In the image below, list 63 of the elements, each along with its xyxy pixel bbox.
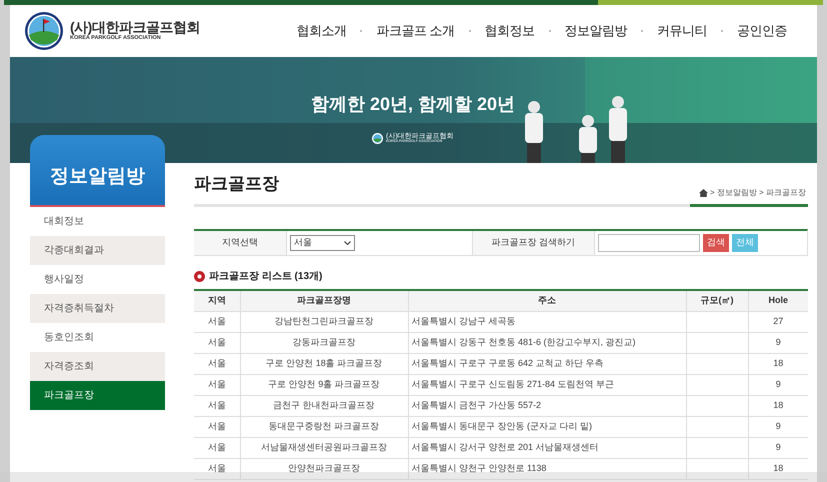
table-cell: 18 (773, 462, 784, 473)
table-cell: 강동파크골프장 (292, 336, 356, 347)
search-field[interactable] (598, 234, 700, 252)
table-cell: 서울 (208, 316, 226, 326)
table-cell: 동대문구중랑천 파크골프장 (268, 420, 380, 431)
table-cell: 9 (776, 420, 781, 431)
region-label: 지역선택 (194, 231, 287, 255)
table-cell: 서울 (208, 442, 226, 452)
sidebar-item[interactable]: 자격증조회 (30, 352, 165, 381)
column-header: 파크골프장명 (240, 290, 408, 311)
table-cell: 서울 (208, 400, 226, 410)
sidebar-item[interactable]: 각종대회결과 (30, 236, 165, 265)
region-select[interactable]: 서울 (290, 235, 355, 251)
table-cell: 서울특별시 양천구 안양천로 1138 (412, 462, 546, 473)
table-cell: 9 (776, 442, 781, 452)
table-cell: 27 (773, 316, 784, 326)
logo-title: (사)대한파크골프협회 (70, 20, 200, 34)
table-cell: 9 (776, 378, 781, 389)
table-cell: 18 (773, 400, 784, 410)
column-header: Hole (748, 290, 808, 311)
caret-icon (344, 241, 351, 245)
search-label: 파크골프장 검색하기 (472, 231, 595, 255)
search-button[interactable]: 검색 (703, 234, 729, 252)
sidebar-title: 정보알림방 (50, 164, 145, 188)
table-cell: 서울특별시 강남구 세곡동 (412, 316, 516, 326)
banner-slogan: 함께한 20년, 함께할 20년 (311, 93, 516, 116)
table-cell: 18 (773, 358, 784, 368)
nav-link[interactable]: 정보알림방 (554, 21, 637, 41)
column-header: 규모(㎡) (686, 290, 748, 311)
nav-link[interactable]: 공인인증 (727, 21, 797, 41)
logo-icon (372, 133, 383, 144)
logo-icon[interactable] (24, 11, 64, 51)
nav-link[interactable]: 파크골프 소개 (366, 21, 464, 41)
breadcrumb: > 정보알림방 > 파크골프장 (710, 187, 806, 199)
table-cell: 9 (776, 336, 781, 347)
nav-link[interactable]: 커뮤니티 (647, 21, 717, 41)
table-cell: 서울 (208, 358, 226, 368)
table-cell: 서울특별시 금천구 가산동 557-2 (412, 400, 542, 410)
table-cell: 서울특별시 구로구 신도림동 271-84 도림천역 부근 (412, 378, 614, 389)
table-cell: 구로 안양천 9홀 파크골프장 (268, 378, 380, 389)
table-cell: 안양천파크골프장 (288, 462, 360, 473)
bullet-icon (194, 271, 205, 282)
table-cell: 서울특별시 강서구 양천로 201 서남물재생센터 (412, 442, 599, 452)
list-title: 파크골프장 리스트 (13개) (209, 270, 322, 284)
table-cell: 서울 (208, 462, 226, 473)
home-icon[interactable] (698, 189, 708, 197)
column-header: 지역 (194, 290, 240, 311)
table-cell: 서울특별시 동대문구 장안동 (군자교 다리 밑) (412, 420, 592, 431)
table-cell: 강남탄천그린파크골프장 (274, 316, 374, 326)
table-cell: 서남물재생센터공원파크골프장 (261, 442, 387, 452)
sidebar-item[interactable]: 파크골프장 (30, 381, 165, 410)
table-cell: 서울 (208, 378, 226, 389)
table-cell: 서울특별시 구로구 구로동 642 교척교 하단 우측 (412, 358, 604, 368)
sidebar-item[interactable]: 자격증취득절차 (30, 294, 165, 323)
page-title: 파크골프장 (194, 172, 279, 194)
table-cell: 서울 (208, 336, 226, 347)
table-cell: 구로 안양천 18홀 파크골프장 (266, 358, 382, 368)
table-cell: 금천구 한내천파크골프장 (273, 400, 375, 410)
table-cell: 서울특별시 강동구 천호동 481-6 (한강고수부지, 광진교) (412, 336, 636, 347)
nav-link[interactable]: 협회소개 (286, 21, 356, 41)
nav-link[interactable]: 협회정보 (474, 21, 544, 41)
column-header: 주소 (408, 290, 686, 311)
table-cell: 서울 (208, 420, 226, 431)
